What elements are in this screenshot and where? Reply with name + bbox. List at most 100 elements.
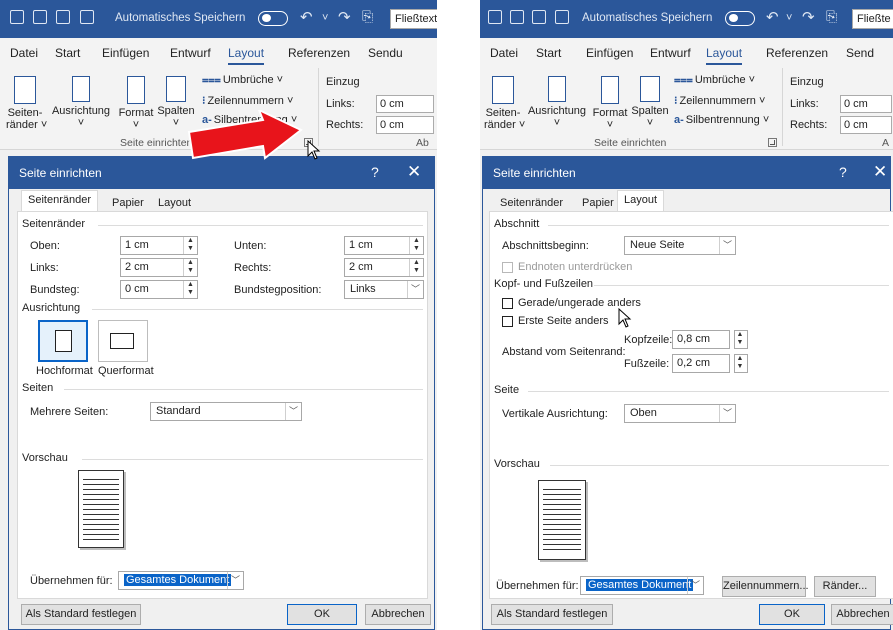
- redo-icon[interactable]: ↷: [338, 8, 351, 26]
- save-icon[interactable]: [555, 10, 569, 24]
- set-default-button[interactable]: Als Standard festlegen: [491, 604, 613, 625]
- tab-sendungen[interactable]: Sendu: [368, 46, 403, 60]
- help-button[interactable]: ?: [371, 164, 379, 180]
- tab-sendungen[interactable]: Send: [846, 46, 874, 60]
- multiple-pages-select[interactable]: Standard ﹀: [150, 402, 302, 421]
- format-painter-icon[interactable]: ⎘: [362, 8, 373, 25]
- format-painter-icon[interactable]: ⎘: [826, 8, 837, 25]
- footer-spinner[interactable]: ▲ ▼: [734, 354, 748, 373]
- set-default-button[interactable]: Als Standard festlegen: [21, 604, 141, 625]
- orientation-icon: [548, 76, 566, 102]
- page-setup-launcher-icon[interactable]: [768, 138, 777, 147]
- spinner-icon[interactable]: ▲ ▼: [183, 281, 197, 298]
- style-box[interactable]: Fließtext: [390, 9, 437, 29]
- ok-button[interactable]: OK: [287, 604, 357, 625]
- tab-referenzen[interactable]: Referenzen: [766, 46, 828, 60]
- tab-datei[interactable]: Datei: [10, 46, 38, 60]
- apply-to-select[interactable]: Gesamtes Dokument ﹀: [580, 576, 704, 595]
- open-folder-icon[interactable]: [510, 10, 524, 24]
- gutter-field[interactable]: 0 cm ▲ ▼: [120, 280, 198, 299]
- autosave-toggle[interactable]: [725, 11, 755, 26]
- window-icon[interactable]: [532, 10, 546, 24]
- close-button[interactable]: ✕: [873, 162, 887, 182]
- line-numbers-button[interactable]: ⁝ Zeilennummern ˅: [202, 94, 293, 107]
- tab-seitenraender[interactable]: Seitenränder: [21, 190, 98, 213]
- tab-entwurf[interactable]: Entwurf: [650, 46, 691, 60]
- orientation-button[interactable]: Ausrichtung ˅: [524, 76, 590, 129]
- breaks-button[interactable]: ⩶ Umbrüche ˅: [202, 74, 283, 87]
- section-preview: Vorschau: [22, 452, 68, 464]
- top-margin-field[interactable]: 1 cm ▲ ▼: [120, 236, 198, 255]
- landscape-label[interactable]: Querformat: [98, 365, 154, 377]
- open-folder-icon[interactable]: [33, 10, 47, 24]
- tab-einfuegen[interactable]: Einfügen: [102, 46, 149, 60]
- suppress-endnotes-checkbox[interactable]: [502, 262, 513, 273]
- first-page-checkbox[interactable]: [502, 316, 513, 327]
- margins-button[interactable]: Seiten- ränder ˅: [484, 76, 525, 131]
- odd-even-checkbox[interactable]: [502, 298, 513, 309]
- breaks-button[interactable]: ⩶ Umbrüche ˅: [674, 74, 755, 87]
- orientation-button[interactable]: Ausrichtung ˅: [48, 76, 114, 129]
- apply-to-select[interactable]: Gesamtes Dokument ﹀: [118, 571, 244, 590]
- ok-button[interactable]: OK: [759, 604, 825, 625]
- landscape-option[interactable]: [98, 320, 148, 362]
- tab-layout[interactable]: Layout: [228, 46, 265, 65]
- undo-dropdown-icon[interactable]: ˅: [786, 12, 792, 24]
- tab-layout[interactable]: Layout: [151, 193, 198, 212]
- red-arrow-icon: [187, 110, 303, 160]
- columns-button[interactable]: Spalten ˅: [628, 76, 672, 129]
- tab-referenzen[interactable]: Referenzen: [288, 46, 350, 60]
- header-distance-field[interactable]: 0,8 cm: [672, 330, 730, 349]
- tab-entwurf[interactable]: Entwurf: [170, 46, 211, 60]
- line-numbers-button[interactable]: Zeilennummern...: [722, 576, 809, 597]
- indent-left-field[interactable]: 0 cm: [376, 95, 434, 113]
- indent-left-field[interactable]: 0 cm: [840, 95, 892, 113]
- help-button[interactable]: ?: [839, 164, 847, 180]
- tab-datei[interactable]: Datei: [490, 46, 518, 60]
- tab-start[interactable]: Start: [55, 46, 80, 60]
- gutter-position-select[interactable]: Links ﹀: [344, 280, 424, 299]
- portrait-option[interactable]: [38, 320, 88, 362]
- redo-icon[interactable]: ↷: [802, 8, 815, 26]
- save-icon[interactable]: [80, 10, 94, 24]
- line-numbers-button[interactable]: ⁝ Zeilennummern ˅: [674, 94, 765, 107]
- undo-dropdown-icon[interactable]: ˅: [322, 12, 328, 24]
- new-document-icon[interactable]: [10, 10, 24, 24]
- tab-seitenraender[interactable]: Seitenränder: [493, 193, 570, 212]
- autosave-toggle[interactable]: [258, 11, 288, 26]
- portrait-label[interactable]: Hochformat: [36, 365, 93, 377]
- tab-start[interactable]: Start: [536, 46, 561, 60]
- size-button[interactable]: Format ˅: [590, 76, 630, 131]
- new-document-icon[interactable]: [488, 10, 502, 24]
- undo-icon[interactable]: ↶: [766, 8, 779, 26]
- tab-papier[interactable]: Papier: [575, 193, 621, 212]
- close-button[interactable]: ✕: [407, 162, 421, 182]
- tab-papier[interactable]: Papier: [105, 193, 151, 212]
- cancel-button[interactable]: Abbrechen: [365, 604, 431, 625]
- spinner-icon[interactable]: ▲ ▼: [183, 259, 197, 276]
- indent-right-field[interactable]: 0 cm: [376, 116, 434, 134]
- section-start-select[interactable]: Neue Seite ﹀: [624, 236, 736, 255]
- style-box[interactable]: Fließte: [852, 9, 893, 29]
- hyphenation-button[interactable]: a- Silbentrennung ˅: [674, 114, 769, 126]
- margins-button[interactable]: Seiten- ränder ˅: [6, 76, 47, 131]
- indent-right-field[interactable]: 0 cm: [840, 116, 892, 134]
- window-icon[interactable]: [56, 10, 70, 24]
- cancel-button[interactable]: Abbrechen: [831, 604, 893, 625]
- tab-layout[interactable]: Layout: [617, 190, 665, 213]
- spinner-icon[interactable]: ▲ ▼: [409, 237, 423, 254]
- tab-einfuegen[interactable]: Einfügen: [586, 46, 633, 60]
- spinner-icon[interactable]: ▲ ▼: [409, 259, 423, 276]
- vertical-alignment-select[interactable]: Oben ﹀: [624, 404, 736, 423]
- size-button[interactable]: Format ˅: [116, 76, 156, 131]
- left-margin-field[interactable]: 2 cm ▲ ▼: [120, 258, 198, 277]
- right-margin-field[interactable]: 2 cm ▲ ▼: [344, 258, 424, 277]
- borders-button[interactable]: Ränder...: [814, 576, 876, 597]
- footer-distance-field[interactable]: 0,2 cm: [672, 354, 730, 373]
- mouse-cursor-icon: [618, 308, 632, 328]
- bottom-margin-field[interactable]: 1 cm ▲ ▼: [344, 236, 424, 255]
- undo-icon[interactable]: ↶: [300, 8, 313, 26]
- header-spinner[interactable]: ▲ ▼: [734, 330, 748, 349]
- spinner-icon[interactable]: ▲ ▼: [183, 237, 197, 254]
- tab-layout[interactable]: Layout: [706, 46, 743, 65]
